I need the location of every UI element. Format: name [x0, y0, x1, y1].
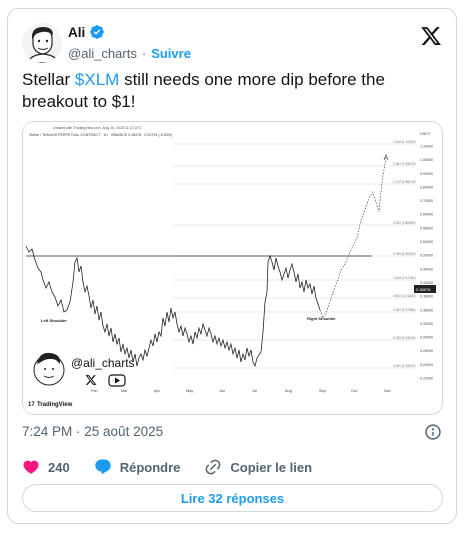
- fib-level-label: 1.272 (0.88175): [393, 180, 416, 184]
- current-price-label: 0.38978: [416, 287, 431, 292]
- info-icon[interactable]: [424, 423, 442, 441]
- price-tick-label: 0.42000: [420, 281, 433, 285]
- link-icon: [206, 459, 221, 475]
- tweet-header: Ali @ali_charts · Suivre: [22, 21, 442, 65]
- timestamp-row: 7:24 PM · 25 août 2025: [22, 423, 442, 441]
- fib-level-label: 0.500 (0.41630): [393, 294, 416, 298]
- tradingview-mark: 17: [28, 402, 35, 408]
- left-shoulder-label: Left Shoulder: [41, 318, 67, 323]
- month-tick-label: Jul: [252, 389, 257, 393]
- price-tick-label: 0.22000: [420, 377, 433, 381]
- like-button[interactable]: 240: [22, 458, 70, 476]
- price-tick-label: 0.24000: [420, 363, 433, 367]
- month-tick-label: May: [186, 389, 193, 393]
- read-replies-button[interactable]: Lire 32 réponses: [22, 484, 443, 512]
- month-tick-label: Aug: [285, 389, 292, 393]
- month-tick-label: Feb: [91, 389, 98, 393]
- month-tick-label: Sep: [319, 389, 326, 393]
- month-tick-label: Nov: [384, 389, 391, 393]
- watermark-handle: @ali_charts: [71, 356, 135, 370]
- month-tick-label: Oct: [351, 389, 358, 393]
- cashtag-link[interactable]: $XLM: [75, 70, 119, 89]
- month-tick-label: Jun: [219, 389, 225, 393]
- author-info: Ali @ali_charts · Suivre: [68, 23, 191, 62]
- x-logo-icon[interactable]: [420, 25, 442, 47]
- price-tick-label: 0.90000: [420, 172, 433, 176]
- author-display-name[interactable]: Ali: [68, 25, 85, 40]
- price-tick-label: 0.70000: [420, 199, 433, 203]
- fib-level-label: 0.000 (0.25000): [393, 364, 416, 368]
- copy-link-button[interactable]: Copier le lien: [204, 458, 312, 476]
- chart-symbol-line: Stellar / TetherUS PERPETUAL CONTRACT · …: [29, 133, 172, 137]
- price-tick-label: 0.54000: [420, 240, 433, 244]
- fib-level-label: 0.618 (0.47350): [393, 276, 416, 280]
- reply-icon: [95, 459, 111, 475]
- price-tick-label: 0.29000: [420, 336, 433, 340]
- chart-image[interactable]: created with TradingView.com, Aug 25, 20…: [22, 121, 443, 415]
- price-tick-label: 0.80000: [420, 185, 433, 189]
- fib-level-label: 1.000 (0.65963): [393, 221, 416, 225]
- price-tick-label: 1.10000: [420, 145, 433, 149]
- fib-level-label: 0.786 (0.50000): [393, 252, 416, 256]
- avatar[interactable]: [22, 23, 62, 63]
- price-tick-label: 0.50000: [420, 254, 433, 258]
- separator: ·: [141, 46, 147, 61]
- month-tick-label: Mar: [121, 389, 128, 393]
- author-handle[interactable]: @ali_charts: [68, 46, 137, 61]
- follow-button[interactable]: Suivre: [151, 46, 191, 61]
- copy-link-label: Copier le lien: [230, 459, 313, 475]
- price-tick-label: 0.32000: [420, 322, 433, 326]
- price-tick-label: 0.58000: [420, 226, 433, 230]
- tweet-text: Stellar $XLM still needs one more dip be…: [22, 69, 442, 113]
- chart-currency: USDT: [420, 132, 431, 136]
- tweet-text-start: Stellar: [22, 70, 75, 89]
- action-bar: 240 Répondre Copier le lien: [22, 457, 442, 477]
- tweet-card: Ali @ali_charts · Suivre Stellar $XLM st…: [7, 8, 457, 524]
- month-tick-label: Apr: [154, 389, 161, 393]
- price-tick-label: 1.00000: [420, 158, 433, 162]
- verified-badge-icon: [90, 25, 105, 39]
- price-tick-label: 0.38000: [420, 295, 433, 299]
- price-tick-label: 0.26000: [420, 349, 433, 353]
- right-shoulder-label: Right Shoulder: [307, 316, 336, 321]
- price-tick-label: 0.64000: [420, 213, 433, 217]
- price-tick-label: 0.46000: [420, 267, 433, 271]
- price-tick-label: 0.35000: [420, 308, 433, 312]
- tradingview-logo: TradingView: [37, 402, 73, 408]
- tweet-timestamp[interactable]: 7:24 PM · 25 août 2025: [22, 424, 163, 439]
- fib-level-label: 0.236 (0.33000): [393, 336, 416, 340]
- fib-level-label: 1.618 (1.10000): [393, 140, 416, 144]
- fib-level-label: 1.382 (0.95675): [393, 162, 416, 166]
- chart-header-line: created with TradingView.com, Aug 25, 20…: [53, 126, 142, 130]
- like-count: 240: [48, 459, 70, 475]
- reply-label: Répondre: [119, 459, 181, 475]
- heart-icon: [23, 460, 39, 474]
- reply-button[interactable]: Répondre: [94, 458, 181, 476]
- fib-level-label: 0.382 (0.37880): [393, 308, 416, 312]
